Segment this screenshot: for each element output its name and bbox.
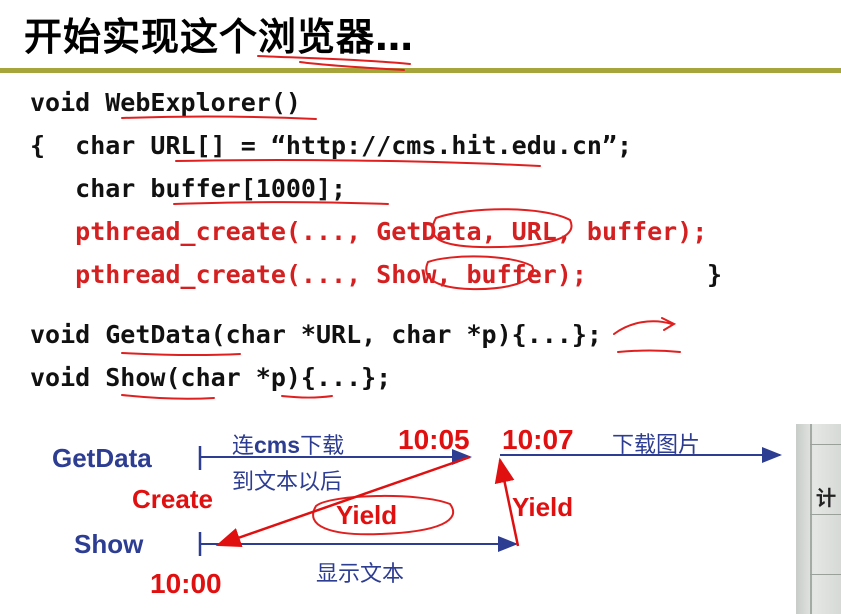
note-after-text: 到文本以后 [232, 470, 343, 495]
note-connect-suffix: 下载 [300, 434, 345, 459]
create-label: Create [132, 484, 213, 514]
note-connect-cms: cms [254, 432, 301, 458]
note-download-images: 下载图片 [612, 433, 701, 458]
webexplorer-underline [121, 115, 317, 120]
getdata-def-underline [121, 352, 241, 357]
window-frame [810, 424, 812, 614]
yield-right-label: Yield [512, 492, 574, 522]
show-circle [425, 255, 535, 291]
note-connect-prefix: 连 [232, 434, 255, 459]
title-underline-2 [299, 61, 405, 71]
annotation-layer [121, 55, 782, 556]
yield-left-label: Yield [336, 500, 398, 530]
window-divider [810, 444, 841, 445]
presenter-video-edge: 计 [796, 424, 841, 614]
background-sign-glyph: 计 [816, 486, 836, 510]
timeline-diagram [198, 446, 782, 556]
getdata-thread-label: GetData [52, 443, 152, 473]
show-def-underline [121, 394, 215, 400]
note-connect-download: 连cms下载 [232, 428, 344, 460]
note-show-text: 显示文本 [316, 562, 405, 587]
time-end-label: 10:07 [502, 424, 574, 455]
handwritten-marks [121, 55, 681, 536]
window-divider [810, 514, 841, 515]
time-mid-label: 10:05 [398, 424, 470, 455]
url-underline [175, 159, 541, 167]
ellipsis-arrow [613, 317, 677, 335]
window-divider [810, 574, 841, 575]
pointer-underline [281, 395, 333, 399]
getdata-circle [431, 208, 573, 249]
title-underline [257, 55, 411, 65]
ellipsis-underline [617, 349, 681, 353]
show-thread-label: Show [74, 529, 144, 559]
time-start-label: 10:00 [150, 568, 222, 599]
buffer-underline [173, 201, 389, 205]
